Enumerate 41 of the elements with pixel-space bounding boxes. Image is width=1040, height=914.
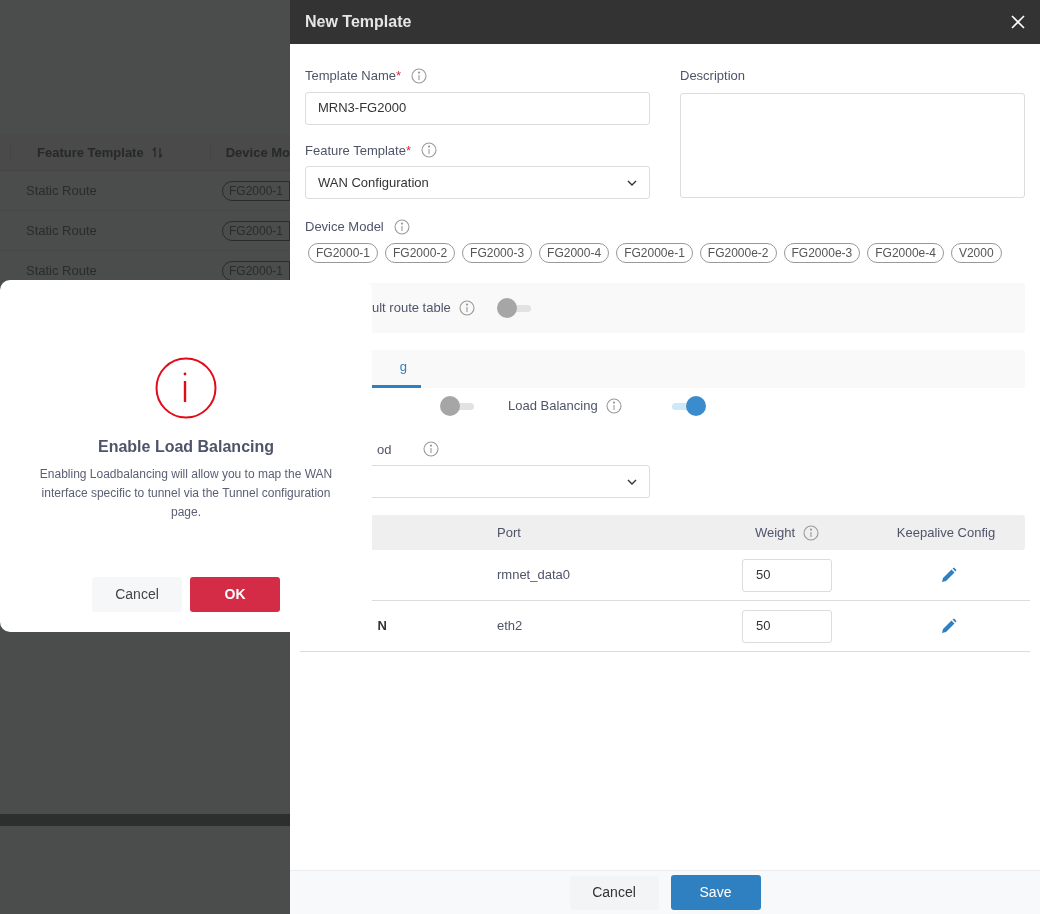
weight-input[interactable]: 50 xyxy=(742,558,832,592)
info-icon xyxy=(421,142,437,159)
column-header: Weight xyxy=(754,523,796,542)
table-cell-text: eth2 xyxy=(497,617,524,636)
close-icon[interactable] xyxy=(1011,15,1025,29)
info-icon xyxy=(393,218,410,235)
field-label: Device Model xyxy=(305,218,384,236)
dialog-message: Enabling Loadbalancing will allow you to map the WAN interface specific to tunnel via the Tunnel configuration page. xyxy=(38,466,334,521)
sort-icon[interactable] xyxy=(151,147,163,158)
column-header: Port xyxy=(497,523,522,542)
weight-input[interactable]: 50 xyxy=(742,609,832,643)
pencil-icon[interactable] xyxy=(940,567,957,583)
chevron-down-icon xyxy=(627,179,637,186)
toggle-switch[interactable] xyxy=(496,297,533,318)
table-cell-text: N xyxy=(377,617,387,636)
dialog-title: Enable Load Balancing xyxy=(98,437,274,457)
cancel-button[interactable]: Cancel xyxy=(92,577,182,612)
setting-label: Load Balancing xyxy=(508,396,598,415)
select-field[interactable]: WAN Configuration xyxy=(305,166,650,199)
toggle-switch[interactable] xyxy=(440,395,476,416)
info-icon xyxy=(423,441,440,458)
field-label: Template Name* xyxy=(305,67,402,85)
cancel-button[interactable]: Cancel xyxy=(569,875,659,910)
info-icon xyxy=(155,357,217,419)
info-icon xyxy=(458,299,475,316)
info-icon xyxy=(803,524,820,541)
field-label: od xyxy=(377,440,392,459)
field-label: Feature Template* xyxy=(305,141,411,160)
ok-button[interactable]: OK xyxy=(190,577,280,612)
pencil-icon[interactable] xyxy=(940,618,957,634)
field-label: Description xyxy=(680,67,747,85)
info-icon xyxy=(605,397,622,414)
setting-label: ult route table xyxy=(372,298,451,317)
description-textarea[interactable] xyxy=(680,92,1025,198)
drawer-title: New Template xyxy=(305,12,412,32)
column-header: Keepalive Config xyxy=(895,523,997,542)
chevron-down-icon xyxy=(627,478,637,485)
table-cell-text: rmnet_data0 xyxy=(497,566,571,585)
info-icon xyxy=(411,67,428,84)
input-field[interactable]: MRN3-FG2000 xyxy=(305,91,650,125)
save-button[interactable]: Save xyxy=(670,875,761,910)
